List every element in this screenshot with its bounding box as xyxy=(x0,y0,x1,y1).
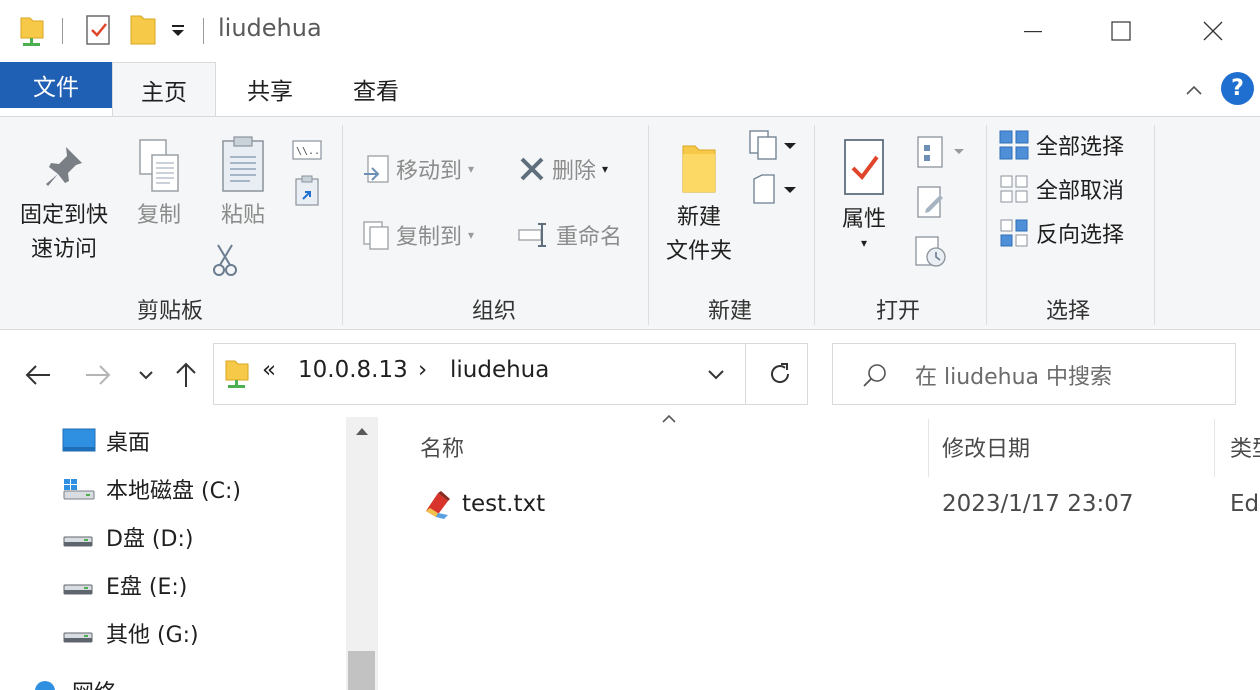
column-header-type[interactable]: 类型 xyxy=(1230,431,1260,463)
navigation-bar: « 10.0.8.13 › liudehua 在 liudehua 中搜索 xyxy=(0,331,1260,417)
breadcrumb-server[interactable]: 10.0.8.13 xyxy=(298,357,408,383)
tab-home[interactable]: 主页 xyxy=(112,62,216,117)
scroll-thumb[interactable] xyxy=(348,651,375,690)
nav-item-drive-g[interactable]: 其他 (G:) xyxy=(62,613,199,653)
network-folder-icon xyxy=(18,12,46,48)
nav-item-drive-c[interactable]: 本地磁盘 (C:) xyxy=(62,469,241,509)
select-none-button[interactable]: 全部取消 xyxy=(998,171,1124,207)
drive-icon xyxy=(62,619,96,647)
svg-text:\\...: \\... xyxy=(296,146,322,157)
search-icon xyxy=(861,362,889,394)
breadcrumb-folder[interactable]: liudehua xyxy=(450,357,549,383)
select-all-icon xyxy=(998,129,1030,161)
navigation-pane-scrollbar[interactable] xyxy=(346,417,378,690)
back-arrow-icon[interactable] xyxy=(20,357,56,393)
group-label-select: 选择 xyxy=(1045,299,1090,324)
new-item-icon[interactable] xyxy=(748,129,796,163)
rename-button[interactable]: 重命名 xyxy=(518,217,622,253)
select-none-icon xyxy=(998,173,1030,205)
help-button[interactable]: ? xyxy=(1221,72,1254,105)
breadcrumb-separator[interactable]: › xyxy=(418,357,427,383)
copy-icon xyxy=(134,133,184,199)
search-box[interactable]: 在 liudehua 中搜索 xyxy=(832,343,1236,405)
move-to-icon xyxy=(362,154,390,184)
group-label-clipboard: 剪贴板 xyxy=(136,299,203,324)
drive-icon xyxy=(62,571,96,599)
maximize-button[interactable] xyxy=(1098,8,1144,54)
ribbon-home: 固定到快 速访问 复制 粘贴 \\... 剪贴板 移动到▾ 复制到▾ xyxy=(0,116,1260,330)
cut-icon[interactable] xyxy=(212,243,238,277)
properties-quick-access-icon[interactable] xyxy=(84,12,112,48)
open-icon[interactable] xyxy=(916,135,968,169)
pin-to-quick-access-button[interactable]: 固定到快 速访问 xyxy=(12,137,116,267)
close-button[interactable] xyxy=(1190,8,1236,54)
edit-icon[interactable] xyxy=(916,185,946,219)
nav-item-network[interactable]: 网络 xyxy=(28,671,116,690)
minimize-button[interactable] xyxy=(1010,8,1056,54)
file-name: test.txt xyxy=(462,491,546,517)
properties-button[interactable]: 属性 ▾ xyxy=(826,131,902,249)
nav-item-drive-d[interactable]: D盘 (D:) xyxy=(62,517,193,557)
title-bar: liudehua xyxy=(0,0,1260,62)
delete-icon xyxy=(518,155,546,183)
paste-button[interactable]: 粘贴 xyxy=(208,131,278,233)
invert-selection-button[interactable]: 反向选择 xyxy=(998,215,1124,251)
paste-icon xyxy=(220,131,266,199)
table-row[interactable]: test.txt 2023/1/17 23:07 EditPlus xyxy=(378,485,1260,529)
delete-button[interactable]: 删除 ▾ xyxy=(518,151,608,187)
copy-to-button[interactable]: 复制到 ▾ xyxy=(362,217,474,253)
refresh-icon[interactable] xyxy=(766,360,794,392)
network-folder-icon xyxy=(224,357,250,395)
address-history-chevron-icon[interactable] xyxy=(706,364,726,388)
address-bar[interactable]: « 10.0.8.13 › liudehua xyxy=(213,343,808,405)
properties-icon xyxy=(841,131,887,203)
group-label-open: 打开 xyxy=(875,299,920,324)
paste-shortcut-icon[interactable] xyxy=(294,175,320,207)
history-icon[interactable] xyxy=(914,235,948,269)
desktop-icon xyxy=(62,427,96,455)
network-icon xyxy=(28,677,62,690)
navigation-pane: 桌面 本地磁盘 (C:) D盘 (D:) E盘 (E:) 其他 (G:) 网络 xyxy=(0,417,346,690)
nav-item-drive-e[interactable]: E盘 (E:) xyxy=(62,565,187,605)
copy-to-icon xyxy=(362,220,390,250)
select-all-button[interactable]: 全部选择 xyxy=(998,127,1124,163)
move-to-button[interactable]: 移动到 ▾ xyxy=(362,151,474,187)
file-type: EditPlus xyxy=(1230,491,1260,517)
up-arrow-icon[interactable] xyxy=(168,357,204,393)
forward-arrow-icon[interactable] xyxy=(80,357,116,393)
collapse-ribbon-icon[interactable] xyxy=(1180,76,1208,104)
ribbon-tabs: 文件 主页 共享 查看 ? xyxy=(0,62,1260,117)
system-drive-icon xyxy=(62,475,96,503)
column-header-modified[interactable]: 修改日期 xyxy=(942,431,1030,463)
breadcrumb-overflow[interactable]: « xyxy=(262,357,276,383)
group-label-new: 新建 xyxy=(707,299,752,324)
tab-share[interactable]: 共享 xyxy=(222,62,318,116)
sort-ascending-icon xyxy=(660,411,678,430)
tab-file[interactable]: 文件 xyxy=(0,62,112,108)
window-title: liudehua xyxy=(218,14,322,42)
tab-view[interactable]: 查看 xyxy=(324,62,428,116)
copy-path-icon[interactable]: \\... xyxy=(292,139,322,161)
customize-toolbar-dropdown-icon[interactable] xyxy=(170,12,186,48)
editplus-file-icon xyxy=(422,489,454,525)
file-list: 名称 修改日期 类型 test.txt 2023/1/17 23:07 Edit… xyxy=(378,414,1260,690)
new-folder-quick-access-icon[interactable] xyxy=(128,12,158,48)
scroll-up-icon[interactable] xyxy=(346,425,378,447)
easy-access-icon[interactable] xyxy=(750,173,796,207)
nav-item-desktop[interactable]: 桌面 xyxy=(62,421,150,461)
drive-icon xyxy=(62,523,96,551)
search-input[interactable]: 在 liudehua 中搜索 xyxy=(915,359,1112,391)
group-label-organize: 组织 xyxy=(471,299,516,324)
pin-icon xyxy=(42,137,86,199)
file-modified: 2023/1/17 23:07 xyxy=(942,491,1134,517)
column-header-name[interactable]: 名称 xyxy=(420,431,464,463)
recent-locations-chevron-icon[interactable] xyxy=(128,357,164,393)
copy-button[interactable]: 复制 xyxy=(124,133,194,233)
new-folder-icon xyxy=(677,135,721,201)
rename-icon xyxy=(518,221,550,249)
invert-selection-icon xyxy=(998,217,1030,249)
new-folder-button[interactable]: 新建 文件夹 xyxy=(656,135,742,269)
